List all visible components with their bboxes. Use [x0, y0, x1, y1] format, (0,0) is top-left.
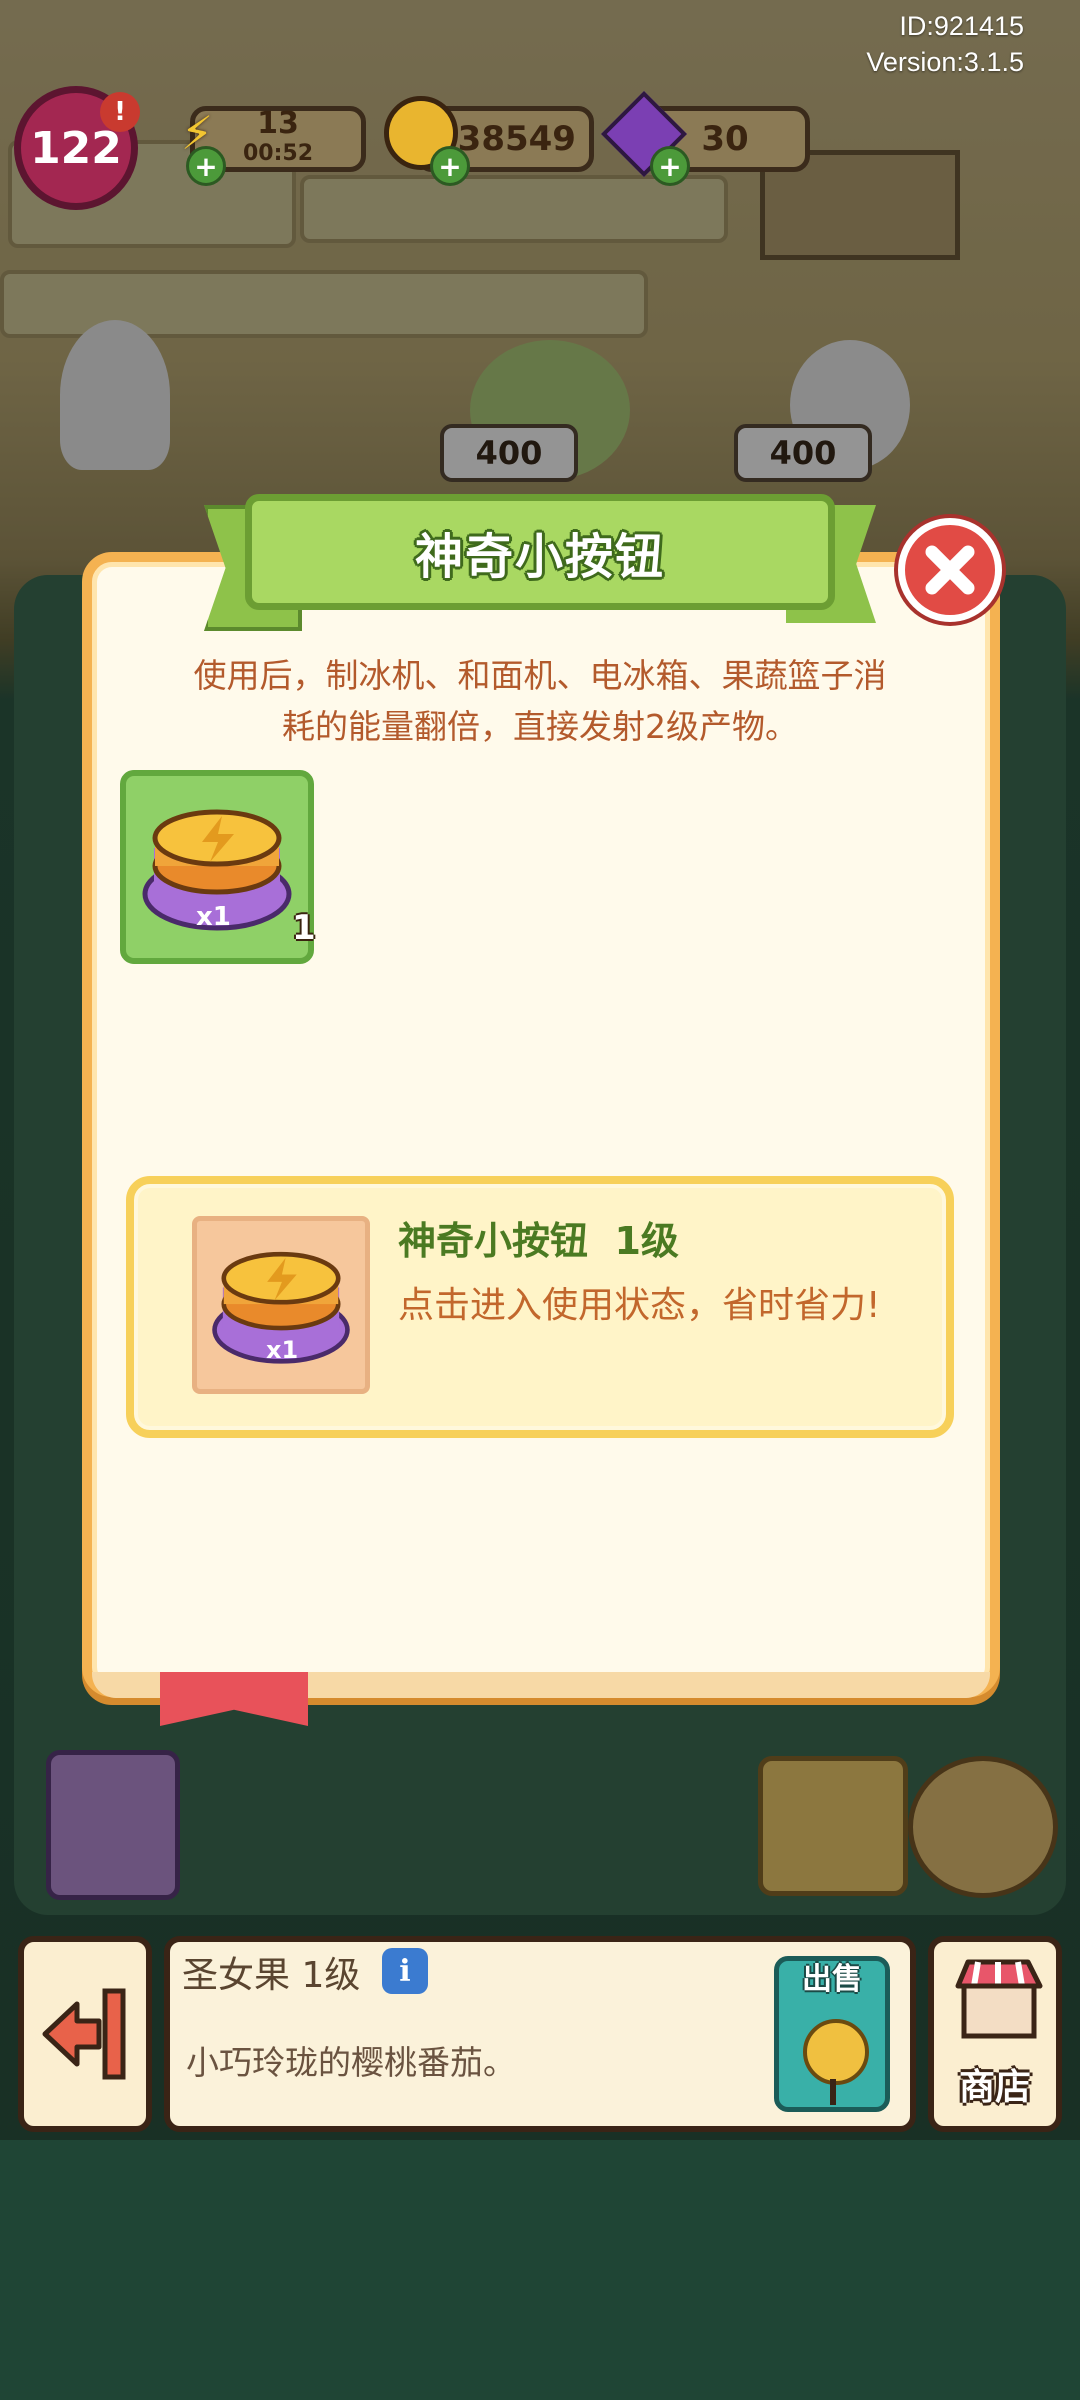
- selected-item-description: 小巧玲珑的樱桃番茄。: [186, 2043, 516, 2082]
- popup-description: 使用后，制冰机、和面机、电冰箱、果蔬篮子消 耗的能量翻倍，直接发射2级产物。: [150, 650, 930, 752]
- info-icon: i: [399, 1953, 411, 1989]
- slot-count: 1: [292, 908, 316, 948]
- back-button[interactable]: [18, 1936, 152, 2132]
- sell-label: 出售: [802, 1962, 862, 1997]
- popup-title-banner: 神奇小按钮: [245, 494, 835, 610]
- energy-value: 13: [257, 106, 299, 141]
- add-coins-button[interactable]: +: [430, 146, 470, 186]
- detail-description: 点击进入使用状态，省时省力!: [398, 1285, 881, 1326]
- energy-timer: 00:52: [242, 141, 314, 166]
- exit-icon: [42, 1988, 126, 2080]
- close-icon: [925, 545, 975, 595]
- footer-area: [0, 2140, 1080, 2400]
- shop-icon: [955, 1959, 1043, 2039]
- item-info-button[interactable]: i: [382, 1948, 428, 1994]
- description-line: 使用后，制冰机、和面机、电冰箱、果蔬篮子消: [193, 656, 887, 695]
- version-text: Version:3.1.5: [866, 47, 1024, 77]
- slot-multiplier: x1: [196, 902, 231, 932]
- level-alert-badge: !: [100, 92, 140, 132]
- alert-mark: !: [114, 97, 126, 127]
- shop-label: 商店: [958, 2067, 1031, 2108]
- level-number: 122: [30, 122, 122, 174]
- player-id: ID:921415: [899, 11, 1024, 41]
- description-line: 耗的能量翻倍，直接发射2级产物。: [282, 707, 798, 746]
- close-button[interactable]: [898, 518, 1002, 622]
- coin-stick: [830, 2079, 836, 2105]
- add-gems-button[interactable]: +: [650, 146, 690, 186]
- gem-value: 30: [701, 119, 749, 159]
- add-energy-button[interactable]: +: [186, 146, 226, 186]
- build-info: ID:921415 Version:3.1.5: [866, 8, 1024, 80]
- coin-icon: [803, 2019, 869, 2085]
- item-slot[interactable]: [120, 770, 314, 964]
- detail-multiplier: x1: [266, 1336, 299, 1364]
- detail-title: 神奇小按钮 1级: [398, 1219, 679, 1263]
- detail-item-slot: [192, 1216, 370, 1394]
- popup-title: 神奇小按钮: [414, 529, 665, 585]
- selected-item-name: 圣女果 1级: [182, 1955, 361, 1996]
